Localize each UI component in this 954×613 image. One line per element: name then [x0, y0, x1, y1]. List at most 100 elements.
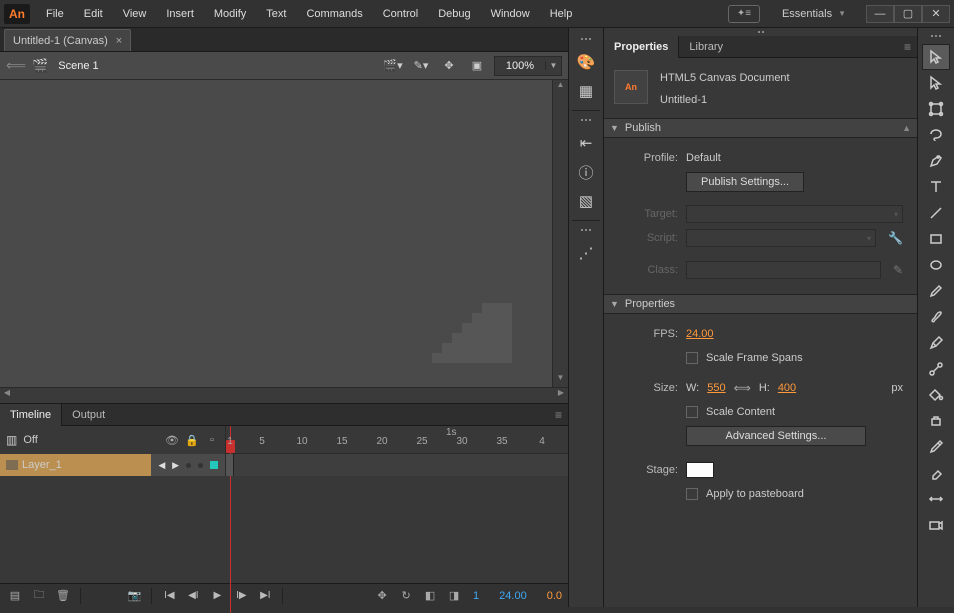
ink-bottle-tool-icon[interactable] [922, 408, 950, 434]
window-minimize-button[interactable]: — [866, 5, 894, 23]
menu-debug[interactable]: Debug [428, 4, 480, 24]
fps-value[interactable]: 24.00 [499, 590, 527, 602]
workspace-switcher[interactable]: Essentials ▼ [772, 4, 856, 24]
paint-bucket-tool-icon[interactable] [922, 382, 950, 408]
transform-panel-icon[interactable]: ▧ [572, 187, 600, 215]
menu-modify[interactable]: Modify [204, 4, 256, 24]
scale-frame-spans-checkbox[interactable] [686, 352, 698, 364]
onion-skin-icon[interactable]: ◧ [421, 588, 439, 604]
layer-next-icon[interactable]: ▶ [172, 460, 179, 471]
info-panel-icon[interactable]: ⓘ [572, 158, 600, 186]
layer-row[interactable]: Layer_1 ◀ ▶ [0, 454, 568, 476]
panel-menu-icon[interactable]: ≡ [904, 40, 911, 54]
tab-output[interactable]: Output [62, 404, 115, 426]
clip-content-icon[interactable]: ▣ [466, 56, 488, 76]
last-frame-icon[interactable]: ▶I [256, 588, 274, 604]
document-tab[interactable]: Untitled-1 (Canvas) × [4, 29, 131, 51]
menu-help[interactable]: Help [540, 4, 583, 24]
timeline-ruler[interactable]: 1s 1 5 10 15 20 25 30 35 4 [226, 426, 568, 454]
tab-properties[interactable]: Properties [604, 36, 679, 58]
current-frame-value[interactable]: 1 [473, 590, 479, 602]
menu-window[interactable]: Window [481, 4, 540, 24]
keyframe-1[interactable] [226, 454, 234, 476]
menu-commands[interactable]: Commands [296, 4, 372, 24]
menu-file[interactable]: File [36, 4, 74, 24]
back-arrow-icon[interactable]: ⟸ [6, 57, 26, 74]
height-field[interactable]: 400 [778, 382, 796, 394]
layer-outline-swatch[interactable] [210, 461, 218, 469]
edit-scene-icon[interactable]: 🎬▾ [382, 56, 404, 76]
center-stage-icon[interactable]: ✥ [438, 56, 460, 76]
layer-frames[interactable] [226, 454, 568, 476]
sync-settings-icon[interactable]: ✦≡ [728, 5, 760, 23]
menu-control[interactable]: Control [373, 4, 428, 24]
layer-lock-dot[interactable] [198, 463, 203, 468]
section-publish-header[interactable]: ▼ Publish ▲ [604, 118, 917, 138]
window-close-button[interactable]: ✕ [922, 5, 950, 23]
outline-column-icon[interactable]: ▫ [205, 434, 219, 446]
section-properties-header[interactable]: ▼ Properties [604, 294, 917, 314]
zoom-dropdown-icon[interactable]: ▼ [545, 61, 561, 70]
lasso-tool-icon[interactable] [922, 122, 950, 148]
apply-pasteboard-checkbox[interactable] [686, 488, 698, 500]
play-icon[interactable]: ▶ [208, 588, 226, 604]
align-panel-icon[interactable]: ⇤ [572, 129, 600, 157]
width-tool-icon[interactable] [922, 486, 950, 512]
width-field[interactable]: 550 [707, 382, 725, 394]
stage-vertical-scrollbar[interactable]: ▲▼ [552, 80, 568, 387]
scale-content-checkbox[interactable] [686, 406, 698, 418]
line-tool-icon[interactable] [922, 200, 950, 226]
stage[interactable] [0, 80, 552, 387]
rectangle-tool-icon[interactable] [922, 226, 950, 252]
fps-field[interactable]: 24.00 [686, 328, 714, 340]
grid-panel-icon[interactable]: ▦ [572, 77, 600, 105]
stage-color-swatch[interactable] [686, 462, 714, 478]
close-tab-icon[interactable]: × [116, 35, 122, 47]
selection-tool-icon[interactable] [922, 44, 950, 70]
onion-outline-icon[interactable]: ◨ [445, 588, 463, 604]
new-folder-icon[interactable]: 🗀 [30, 588, 48, 604]
advanced-settings-button[interactable]: Advanced Settings... [686, 426, 866, 446]
link-dimensions-icon[interactable]: ⟺ [734, 381, 751, 395]
panel-menu-icon[interactable]: ≡ [555, 408, 562, 422]
scene-name[interactable]: Scene 1 [58, 60, 98, 72]
tab-library[interactable]: Library [679, 36, 733, 58]
visibility-column-icon[interactable]: 👁 [165, 434, 179, 447]
brush-tool-icon[interactable] [922, 304, 950, 330]
zoom-control[interactable]: ▼ [494, 56, 562, 76]
layer-prev-icon[interactable]: ◀ [158, 460, 165, 471]
menu-text[interactable]: Text [256, 4, 296, 24]
menu-view[interactable]: View [113, 4, 157, 24]
loop-icon[interactable]: ↻ [397, 588, 415, 604]
publish-settings-button[interactable]: Publish Settings... [686, 172, 804, 192]
eyedropper-tool-icon[interactable] [922, 434, 950, 460]
delete-layer-icon[interactable]: 🗑 [54, 588, 72, 604]
swatches-panel-icon[interactable]: 🎨 [572, 48, 600, 76]
first-frame-icon[interactable]: I◀ [160, 588, 178, 604]
stage-horizontal-scrollbar[interactable]: ◀▶ [0, 387, 568, 403]
new-layer-icon[interactable]: ▤ [6, 588, 24, 604]
window-maximize-button[interactable]: ▢ [894, 5, 922, 23]
zoom-input[interactable] [495, 60, 545, 72]
edit-symbol-icon[interactable]: ✎▾ [410, 56, 432, 76]
lock-column-icon[interactable]: 🔒 [185, 434, 199, 447]
components-panel-icon[interactable]: ⋰ [572, 239, 600, 267]
layer-name-cell[interactable]: Layer_1 [0, 454, 151, 476]
oval-tool-icon[interactable] [922, 252, 950, 278]
center-frame-icon[interactable]: ✥ [373, 588, 391, 604]
text-tool-icon[interactable] [922, 174, 950, 200]
layer-visible-dot[interactable] [186, 463, 191, 468]
pen-tool-icon[interactable] [922, 148, 950, 174]
paint-brush-tool-icon[interactable] [922, 330, 950, 356]
tab-timeline[interactable]: Timeline [0, 404, 62, 426]
toggle-folder-icon[interactable]: ▥ [6, 433, 17, 447]
menu-edit[interactable]: Edit [74, 4, 113, 24]
menu-insert[interactable]: Insert [156, 4, 204, 24]
pencil-tool-icon[interactable] [922, 278, 950, 304]
camera-tool-icon[interactable] [922, 512, 950, 538]
bone-tool-icon[interactable] [922, 356, 950, 382]
section-up-icon[interactable]: ▲ [902, 123, 911, 133]
prev-frame-icon[interactable]: ◀I [184, 588, 202, 604]
eraser-tool-icon[interactable] [922, 460, 950, 486]
free-transform-tool-icon[interactable] [922, 96, 950, 122]
